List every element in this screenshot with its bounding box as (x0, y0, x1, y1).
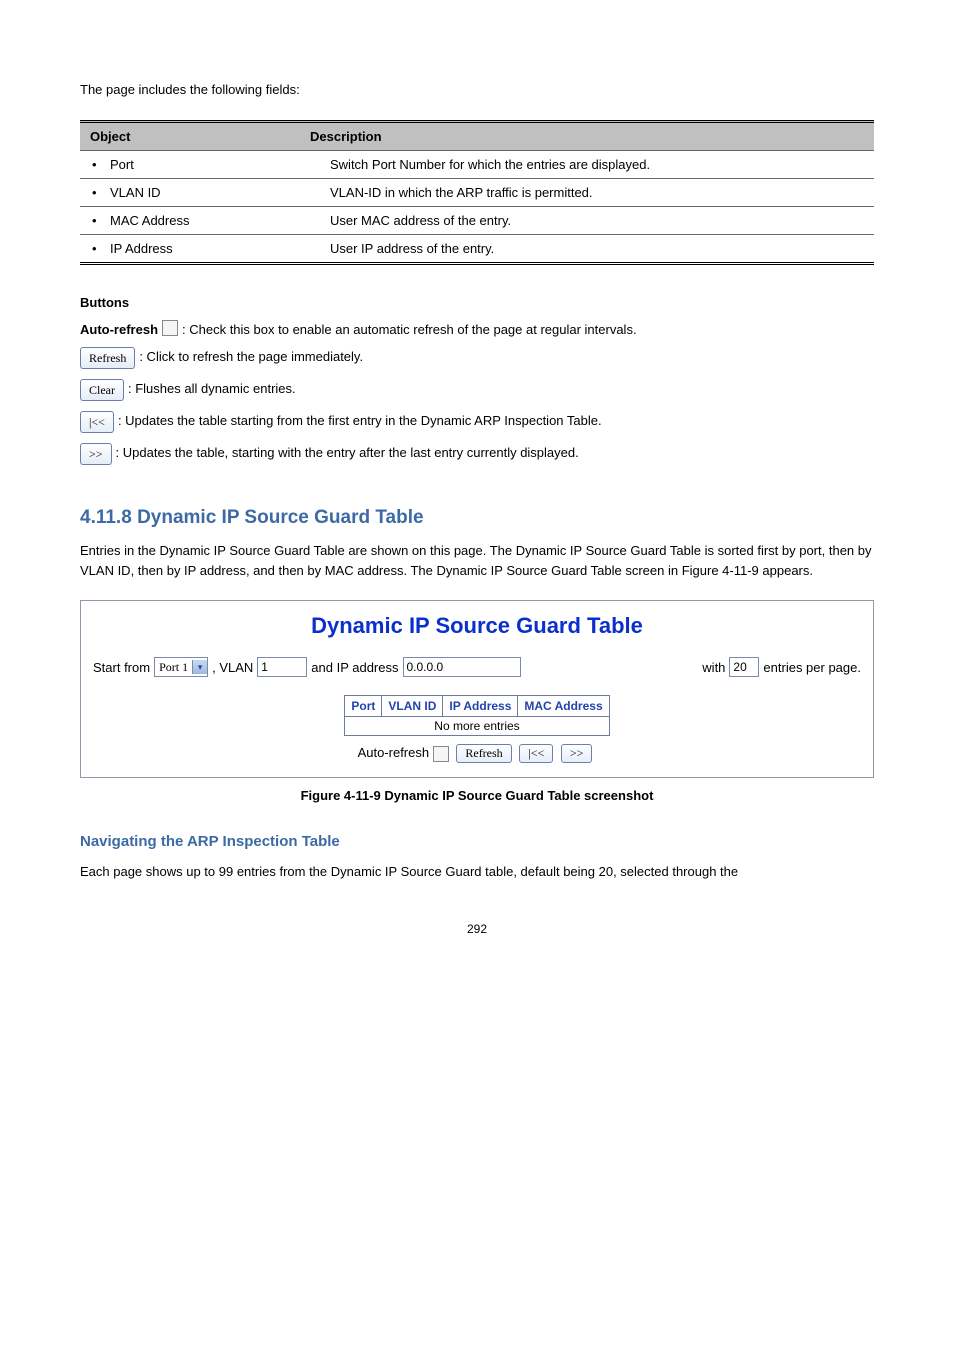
table-row: MAC Address User MAC address of the entr… (80, 206, 874, 234)
first-page-button[interactable]: |<< (519, 744, 553, 763)
col-vlan: VLAN ID (382, 696, 443, 717)
entries-per-page-label: entries per page. (763, 660, 861, 675)
nav-heading: Navigating the ARP Inspection Table (80, 833, 874, 850)
cell-description: User MAC address of the entry. (300, 206, 874, 234)
ip-label: and IP address (311, 660, 398, 675)
cell-object: IP Address (80, 234, 300, 263)
cell-object: VLAN ID (80, 178, 300, 206)
col-mac: MAC Address (518, 696, 609, 717)
next-page-button-image: >> (80, 443, 112, 465)
nav-body: Each page shows up to 99 entries from th… (80, 862, 874, 882)
table-row: Port Switch Port Number for which the en… (80, 150, 874, 178)
port-select-value: Port 1 (159, 660, 188, 675)
header-description: Description (300, 121, 874, 150)
chevron-down-icon: ▾ (192, 660, 207, 674)
header-object: Object (80, 121, 300, 150)
refresh-desc: : Click to refresh the page immediately. (139, 347, 874, 367)
filter-row: Start from Port 1 ▾ , VLAN 1 and IP addr… (93, 657, 861, 677)
cell-object: Port (80, 150, 300, 178)
section-number: 4.11.8 (80, 507, 132, 528)
cell-description: Switch Port Number for which the entries… (300, 150, 874, 178)
table-row: VLAN ID VLAN-ID in which the ARP traffic… (80, 178, 874, 206)
start-from-label: Start from (93, 660, 150, 675)
screenshot-title: Dynamic IP Source Guard Table (93, 613, 861, 639)
vlan-label: , VLAN (212, 660, 253, 675)
cell-description: User IP address of the entry. (300, 234, 874, 263)
vlan-input[interactable]: 1 (257, 657, 307, 677)
screenshot-panel: Dynamic IP Source Guard Table Start from… (80, 600, 874, 778)
auto-refresh-checkbox[interactable] (433, 746, 449, 762)
figure-reference: Figure 4-11-9 (682, 563, 759, 578)
no-more-entries: No more entries (345, 717, 609, 736)
table-row: IP Address User IP address of the entry. (80, 234, 874, 263)
parameters-table: Object Description Port Switch Port Numb… (80, 120, 874, 265)
intro-paragraph: The page includes the following fields: (80, 80, 874, 100)
section-body: Entries in the Dynamic IP Source Guard T… (80, 541, 874, 580)
col-port: Port (345, 696, 382, 717)
section-heading: 4.11.8 Dynamic IP Source Guard Table (80, 507, 874, 529)
next-page-button[interactable]: >> (561, 744, 593, 763)
clear-button-image: Clear (80, 379, 124, 401)
cell-description: VLAN-ID in which the ARP traffic is perm… (300, 178, 874, 206)
clear-desc: : Flushes all dynamic entries. (128, 379, 874, 399)
next-desc: : Updates the table, starting with the e… (116, 443, 874, 463)
auto-refresh-label-2: Auto-refresh (358, 745, 430, 760)
port-select[interactable]: Port 1 ▾ (154, 657, 208, 677)
buttons-heading: Buttons (80, 295, 874, 310)
refresh-button-image: Refresh (80, 347, 135, 369)
auto-refresh-label: Auto-refresh (80, 320, 162, 340)
result-table: Port VLAN ID IP Address MAC Address No m… (344, 695, 609, 736)
entries-input[interactable]: 20 (729, 657, 759, 677)
ip-input[interactable]: 0.0.0.0 (403, 657, 521, 677)
checkbox-icon (162, 320, 178, 336)
first-desc: : Updates the table starting from the fi… (118, 411, 874, 431)
page-number: 292 (80, 922, 874, 936)
first-page-button-image: |<< (80, 411, 114, 433)
col-ip: IP Address (443, 696, 518, 717)
refresh-button[interactable]: Refresh (456, 744, 511, 763)
section-body-text-2: appears. (759, 563, 813, 578)
auto-refresh-desc: : Check this box to enable an automatic … (182, 320, 874, 340)
cell-object: MAC Address (80, 206, 300, 234)
section-title: Dynamic IP Source Guard Table (137, 507, 424, 528)
with-label: with (702, 660, 725, 675)
figure-caption: Figure 4-11-9 Dynamic IP Source Guard Ta… (80, 788, 874, 803)
